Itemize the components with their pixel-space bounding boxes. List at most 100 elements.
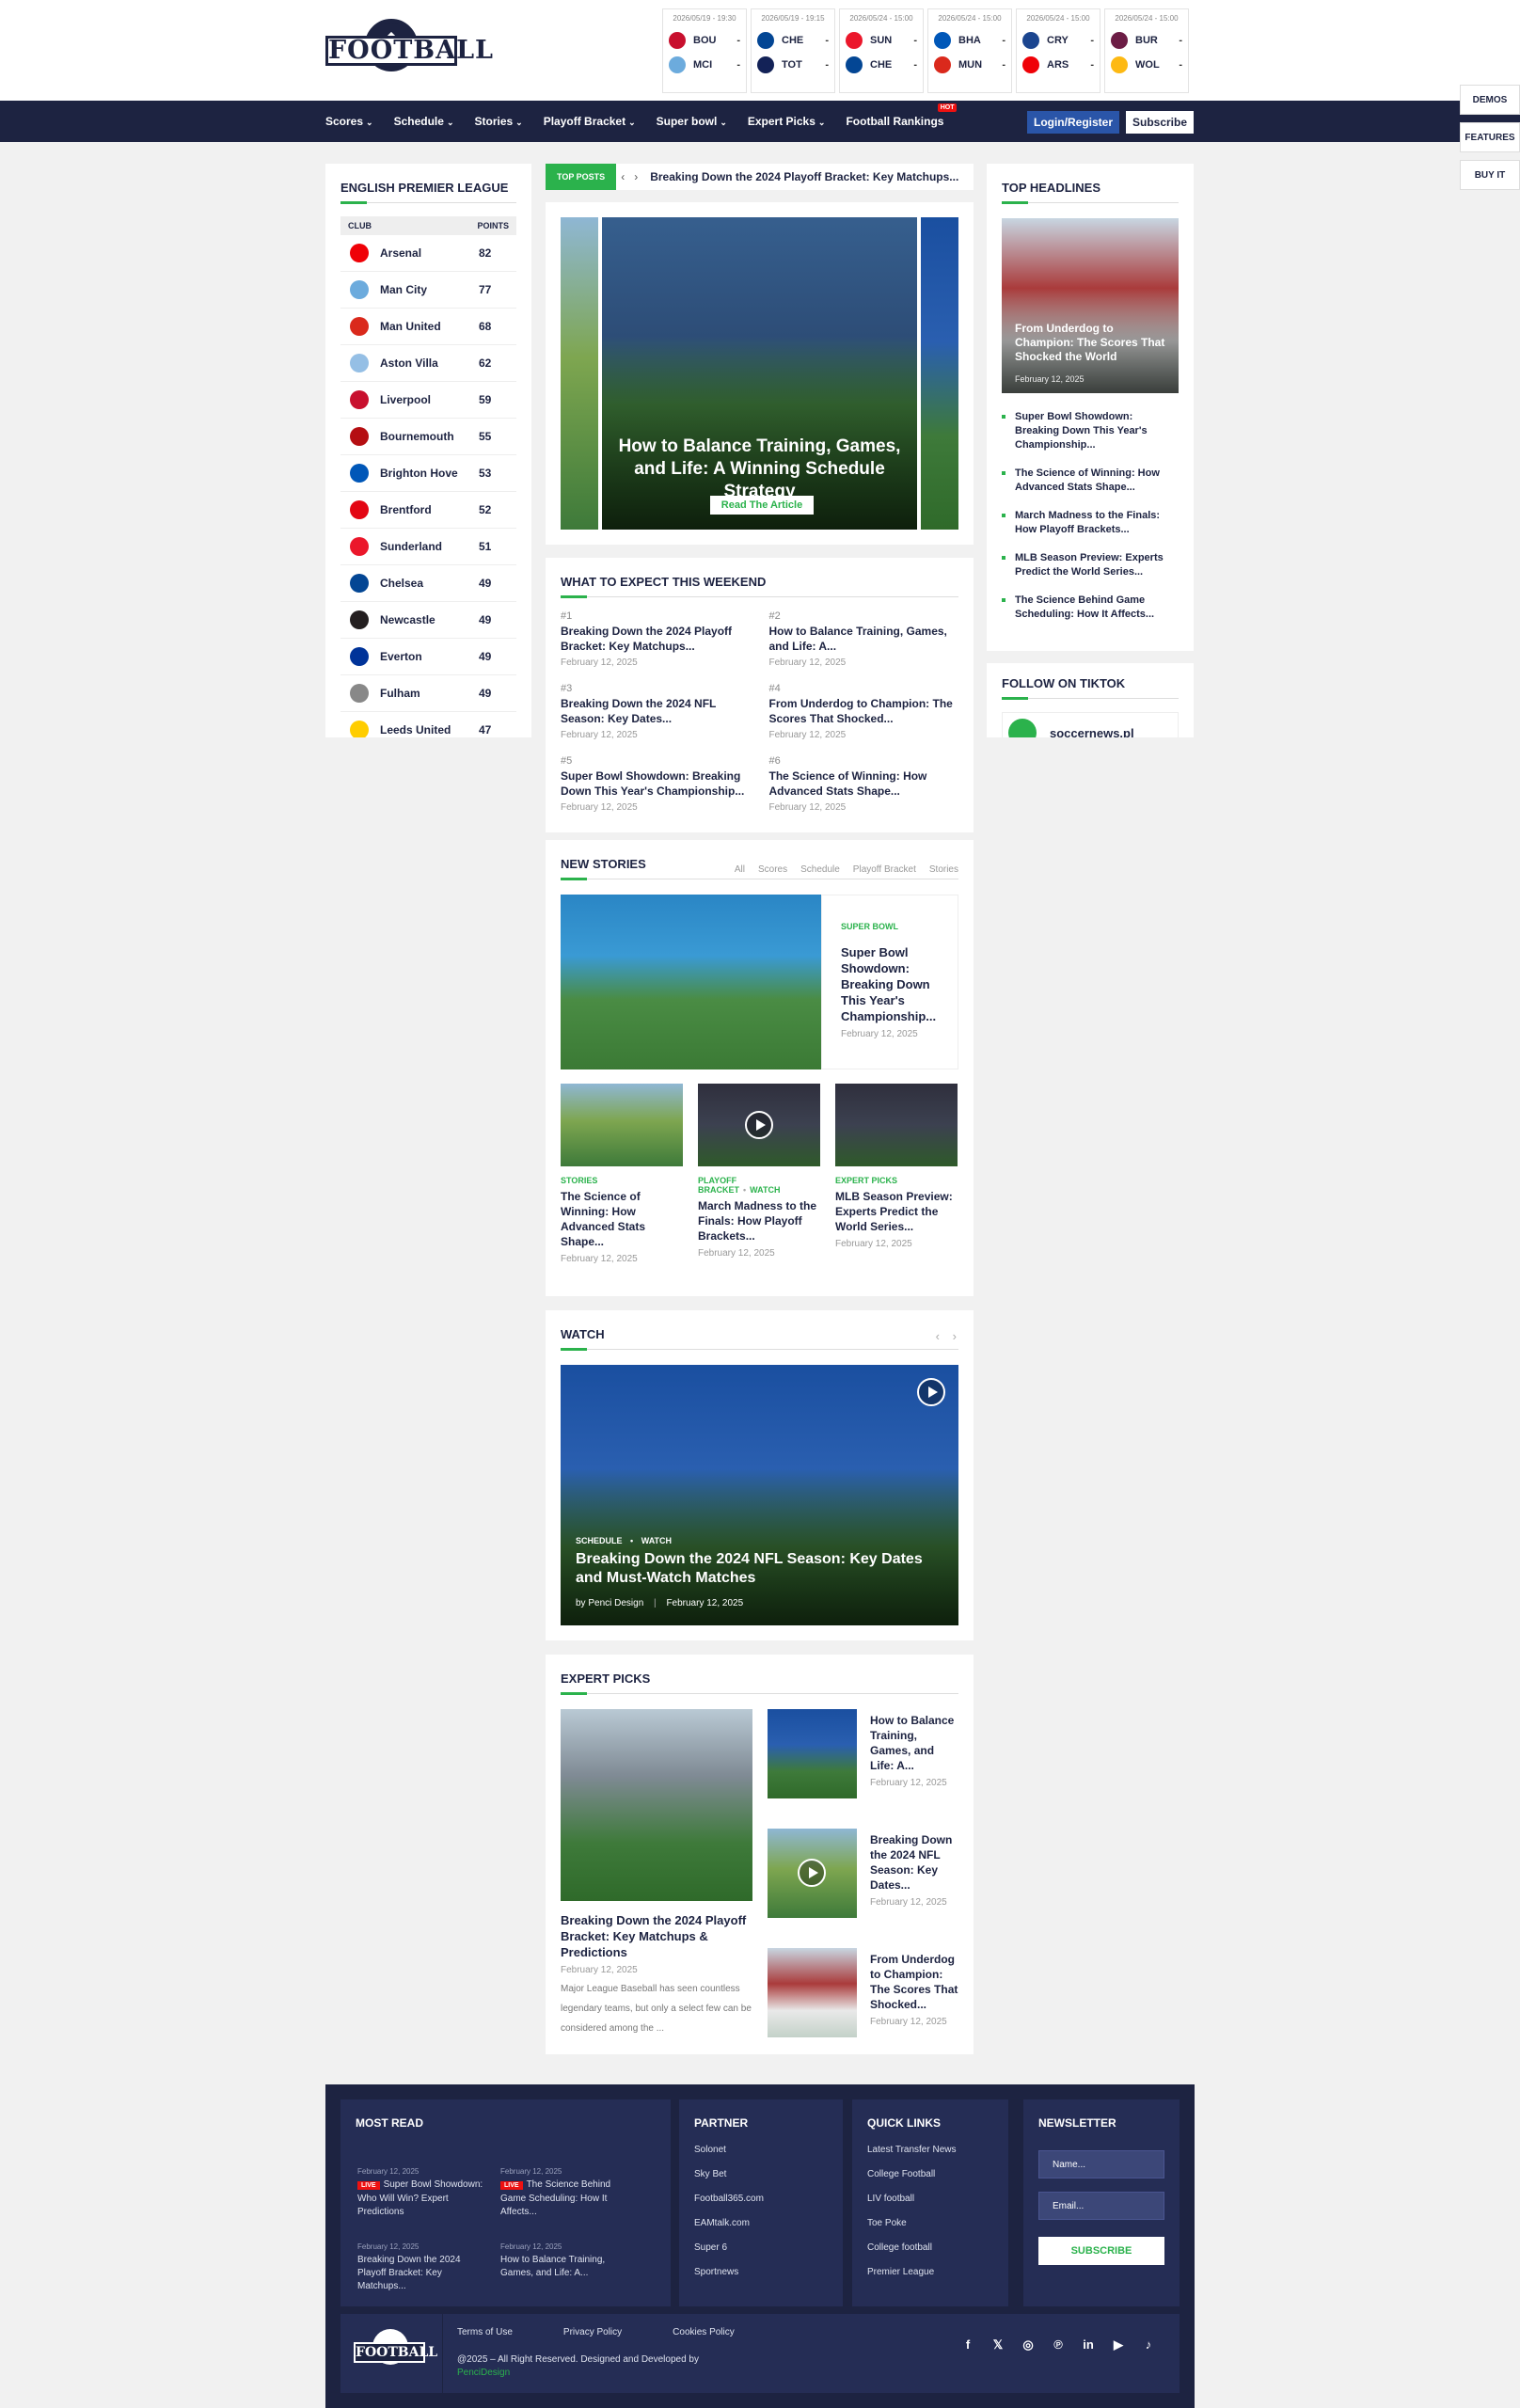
buy-it-button[interactable]: BUY IT bbox=[1460, 160, 1520, 190]
featured-story-category[interactable]: SUPER BOWL bbox=[841, 922, 939, 931]
pinterest-icon[interactable]: ℗ bbox=[1050, 2337, 1067, 2353]
headline-item[interactable]: MLB Season Preview: Experts Predict the … bbox=[1002, 551, 1179, 579]
match-card[interactable]: 2026/05/19 - 19:30 BOU - MCI - bbox=[662, 8, 747, 93]
watch-prev-icon[interactable]: ‹ bbox=[936, 1329, 940, 1343]
quick-link[interactable]: Latest Transfer News bbox=[867, 2145, 993, 2169]
watch-author[interactable]: by Penci Design bbox=[576, 1598, 643, 1608]
features-button[interactable]: FEATURES bbox=[1460, 122, 1520, 152]
weekend-item-title[interactable]: Super Bowl Showdown: Breaking Down This … bbox=[561, 768, 751, 799]
quick-link[interactable]: College football bbox=[867, 2242, 993, 2267]
partner-link[interactable]: Sky Bet bbox=[694, 2169, 828, 2194]
match-card[interactable]: 2026/05/24 - 15:00 BHA - MUN - bbox=[927, 8, 1012, 93]
tiktok-icon[interactable]: ♪ bbox=[1140, 2337, 1157, 2353]
most-read-item[interactable]: February 12, 2025 LIVE The Science Behind … bbox=[500, 2165, 632, 2219]
story-image[interactable] bbox=[561, 1084, 683, 1166]
epl-row[interactable]: Fulham 49 bbox=[340, 675, 516, 712]
footer-link-privacy-policy[interactable]: Privacy Policy bbox=[563, 2327, 622, 2337]
featured-story-image[interactable] bbox=[561, 895, 821, 1069]
demos-button[interactable]: DEMOS bbox=[1460, 85, 1520, 115]
site-logo[interactable]: FOOTBALL bbox=[325, 19, 493, 81]
watch-category-schedule[interactable]: SCHEDULE bbox=[576, 1536, 623, 1545]
footer-link-terms-of-use[interactable]: Terms of Use bbox=[457, 2327, 513, 2337]
most-read-item[interactable]: February 12, 2025 LIVE Super Bowl Showdown… bbox=[357, 2165, 489, 2219]
epl-row[interactable]: Bournemouth 55 bbox=[340, 419, 516, 455]
partner-link[interactable]: Football365.com bbox=[694, 2194, 828, 2218]
nav-item-playoff-bracket[interactable]: Playoff Bracket ⌄ bbox=[544, 115, 636, 128]
slide-title[interactable]: How to Balance Training, Games, and Life… bbox=[611, 436, 908, 503]
story-image[interactable] bbox=[835, 1084, 958, 1166]
weekend-item-title[interactable]: Breaking Down the 2024 Playoff Bracket: … bbox=[561, 624, 751, 654]
footer-logo[interactable]: FOOTBALL bbox=[354, 2329, 437, 2378]
epl-row[interactable]: Brentford 52 bbox=[340, 492, 516, 529]
newsletter-subscribe-button[interactable]: SUBSCRIBE bbox=[1038, 2237, 1164, 2265]
weekend-item[interactable]: #3 Breaking Down the 2024 NFL Season: Key… bbox=[561, 683, 751, 740]
newsletter-name-input[interactable]: Name... bbox=[1038, 2150, 1164, 2178]
weekend-item[interactable]: #6 The Science of Winning: How Advanced S… bbox=[769, 755, 959, 813]
expert-item-title[interactable]: Breaking Down the 2024 NFL Season: Key D… bbox=[870, 1832, 958, 1893]
epl-row[interactable]: Brighton Hove 53 bbox=[340, 455, 516, 492]
match-card[interactable]: 2026/05/24 - 15:00 BUR - WOL - bbox=[1104, 8, 1189, 93]
headline-item[interactable]: March Madness to the Finals: How Playoff… bbox=[1002, 509, 1179, 537]
headline-item[interactable]: The Science of Winning: How Advanced Sta… bbox=[1002, 467, 1179, 495]
epl-row[interactable]: Chelsea 49 bbox=[340, 565, 516, 602]
tab-all[interactable]: All bbox=[735, 864, 745, 875]
expert-item-title[interactable]: From Underdog to Champion: The Scores Th… bbox=[870, 1952, 958, 2012]
expert-item-title[interactable]: How to Balance Training, Games, and Life… bbox=[870, 1713, 958, 1773]
nav-item-super-bowl[interactable]: Super bowl ⌄ bbox=[657, 115, 727, 128]
play-icon[interactable] bbox=[798, 1859, 826, 1887]
footer-link-cookies-policy[interactable]: Cookies Policy bbox=[673, 2327, 735, 2337]
match-card[interactable]: 2026/05/19 - 19:15 CHE - TOT - bbox=[751, 8, 835, 93]
subscribe-button[interactable]: Subscribe bbox=[1126, 111, 1194, 134]
expert-item-image[interactable] bbox=[768, 1709, 857, 1798]
weekend-item[interactable]: #4 From Underdog to Champion: The Scores … bbox=[769, 683, 959, 740]
story-title[interactable]: March Madness to the Finals: How Playoff… bbox=[698, 1198, 820, 1244]
expert-main-image[interactable] bbox=[561, 1709, 752, 1901]
expert-main-title[interactable]: Breaking Down the 2024 Playoff Bracket: … bbox=[561, 1912, 752, 1960]
story-title[interactable]: MLB Season Preview: Experts Predict the … bbox=[835, 1189, 958, 1234]
linkedin-icon[interactable]: in bbox=[1080, 2337, 1097, 2353]
story-title[interactable]: The Science of Winning: How Advanced Sta… bbox=[561, 1189, 683, 1249]
epl-row[interactable]: Man United 68 bbox=[340, 309, 516, 345]
nav-item-stories[interactable]: Stories ⌄ bbox=[474, 115, 522, 128]
tiktok-handle[interactable]: soccernews.pl bbox=[1050, 726, 1134, 738]
featured-story-title[interactable]: Super Bowl Showdown: Breaking Down This … bbox=[841, 944, 939, 1024]
prev-arrow-icon[interactable]: ‹ bbox=[621, 170, 625, 183]
slide-prev-image[interactable] bbox=[561, 217, 598, 530]
epl-row[interactable]: Sunderland 51 bbox=[340, 529, 516, 565]
epl-row[interactable]: Man City 77 bbox=[340, 272, 516, 309]
most-read-item[interactable]: February 12, 2025 Breaking Down the 2024 … bbox=[357, 2241, 489, 2293]
epl-row[interactable]: Aston Villa 62 bbox=[340, 345, 516, 382]
story-image[interactable] bbox=[698, 1084, 820, 1166]
most-read-item[interactable]: February 12, 2025 How to Balance Training… bbox=[500, 2241, 632, 2280]
tab-playoff-bracket[interactable]: Playoff Bracket bbox=[853, 864, 916, 875]
login-register-button[interactable]: Login/Register bbox=[1027, 111, 1119, 134]
watch-next-icon[interactable]: › bbox=[953, 1329, 957, 1343]
story-category[interactable]: PLAYOFF BRACKET bbox=[698, 1176, 739, 1195]
weekend-item[interactable]: #5 Super Bowl Showdown: Breaking Down Thi… bbox=[561, 755, 751, 813]
partner-link[interactable]: Super 6 bbox=[694, 2242, 828, 2267]
slide-main-image[interactable]: How to Balance Training, Games, and Life… bbox=[602, 217, 917, 530]
quick-link[interactable]: Toe Poke bbox=[867, 2218, 993, 2242]
most-read-title[interactable]: Breaking Down the 2024 Playoff Bracket: … bbox=[357, 2255, 461, 2291]
next-arrow-icon[interactable]: › bbox=[634, 170, 638, 183]
quick-link[interactable]: Premier League bbox=[867, 2267, 993, 2291]
read-article-button[interactable]: Read The Article bbox=[710, 496, 814, 515]
quick-link[interactable]: LIV football bbox=[867, 2194, 993, 2218]
nav-item-schedule[interactable]: Schedule ⌄ bbox=[394, 115, 454, 128]
expert-item-image[interactable] bbox=[768, 1948, 857, 2037]
epl-row[interactable]: Arsenal 82 bbox=[340, 235, 516, 272]
weekend-item-title[interactable]: From Underdog to Champion: The Scores Th… bbox=[769, 696, 959, 726]
expert-item-image[interactable] bbox=[768, 1829, 857, 1918]
facebook-icon[interactable]: f bbox=[959, 2337, 976, 2353]
headline-item[interactable]: Super Bowl Showdown: Breaking Down This … bbox=[1002, 410, 1179, 452]
story-category-secondary[interactable]: WATCH bbox=[750, 1185, 780, 1195]
tab-schedule[interactable]: Schedule bbox=[800, 864, 840, 875]
partner-link[interactable]: Solonet bbox=[694, 2145, 828, 2169]
weekend-item-title[interactable]: The Science of Winning: How Advanced Sta… bbox=[769, 768, 959, 799]
epl-row[interactable]: Newcastle 49 bbox=[340, 602, 516, 639]
most-read-title[interactable]: How to Balance Training, Games, and Life… bbox=[500, 2255, 605, 2278]
match-card[interactable]: 2026/05/24 - 15:00 CRY - ARS - bbox=[1016, 8, 1100, 93]
top-posts-headline[interactable]: Breaking Down the 2024 Playoff Bracket: … bbox=[650, 170, 958, 183]
epl-row[interactable]: Liverpool 59 bbox=[340, 382, 516, 419]
watch-category-watch[interactable]: WATCH bbox=[641, 1536, 672, 1545]
